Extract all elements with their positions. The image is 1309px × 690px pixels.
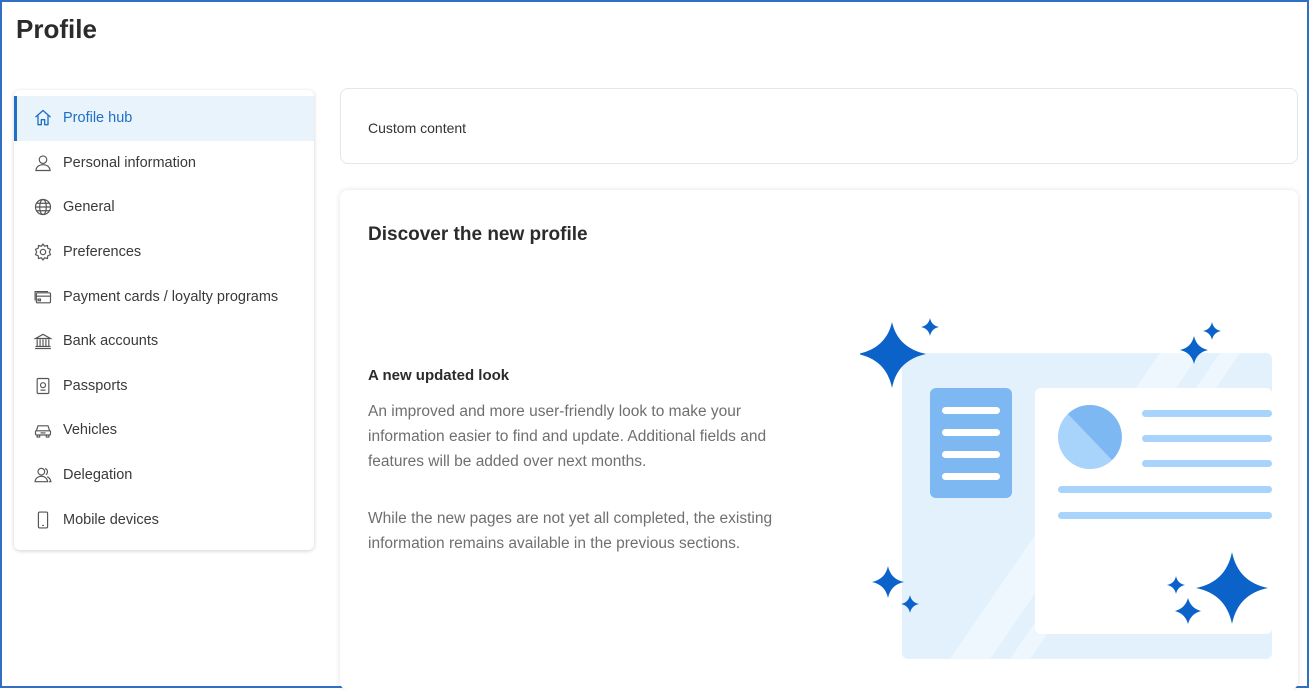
custom-content-text: Custom content <box>368 120 467 136</box>
bank-icon <box>32 330 54 352</box>
sidebar-item-general[interactable]: General <box>14 185 314 230</box>
discover-paragraph-2: While the new pages are not yet all comp… <box>368 510 773 552</box>
people-icon <box>32 464 54 486</box>
home-icon <box>32 107 54 129</box>
sidebar-item-label: Profile hub <box>63 110 133 127</box>
sidebar-item-label: Mobile devices <box>63 511 159 528</box>
sidebar-nav: Profile hub Personal information General… <box>14 90 314 550</box>
sidebar-item-preferences[interactable]: Preferences <box>14 230 314 275</box>
person-icon <box>32 152 54 174</box>
sidebar-item-label: Passports <box>63 377 128 394</box>
sidebar-item-label: Preferences <box>63 244 142 261</box>
page-title: Profile <box>16 14 97 44</box>
sidebar-item-label: Bank accounts <box>63 333 159 350</box>
sidebar-item-vehicles[interactable]: Vehicles <box>14 408 314 453</box>
gear-icon <box>32 241 54 263</box>
sidebar-item-delegation[interactable]: Delegation <box>14 453 314 498</box>
sidebar-item-label: Personal information <box>63 154 196 171</box>
discover-paragraph-1: An improved and more user-friendly look … <box>368 403 767 470</box>
profile-window: Profile Profile hub Personal information… <box>0 0 1309 690</box>
sidebar-item-bank-accounts[interactable]: Bank accounts <box>14 319 314 364</box>
passport-icon <box>32 375 54 397</box>
sidebar-item-label: Vehicles <box>63 422 118 439</box>
discover-profile-card: Discover the new profile A new updated l… <box>340 190 1298 690</box>
sidebar-item-passports[interactable]: Passports <box>14 364 314 409</box>
profile-illustration <box>860 318 1272 659</box>
sidebar-item-label: General <box>63 199 115 216</box>
globe-icon <box>32 196 54 218</box>
sidebar-item-label: Delegation <box>63 467 133 484</box>
mobile-icon <box>32 509 54 531</box>
custom-content-card: Custom content <box>340 88 1298 164</box>
sidebar-item-personal-information[interactable]: Personal information <box>14 141 314 186</box>
sidebar-item-mobile-devices[interactable]: Mobile devices <box>14 497 314 542</box>
sidebar-item-label: Payment cards / loyalty programs <box>63 288 279 305</box>
discover-subtitle: A new updated look <box>368 367 510 384</box>
discover-title: Discover the new profile <box>368 224 588 245</box>
sidebar-item-payment-cards[interactable]: Payment cards / loyalty programs <box>14 274 314 319</box>
sidebar-item-profile-hub[interactable]: Profile hub <box>14 96 314 141</box>
card-icon <box>32 286 54 308</box>
car-icon <box>32 419 54 441</box>
